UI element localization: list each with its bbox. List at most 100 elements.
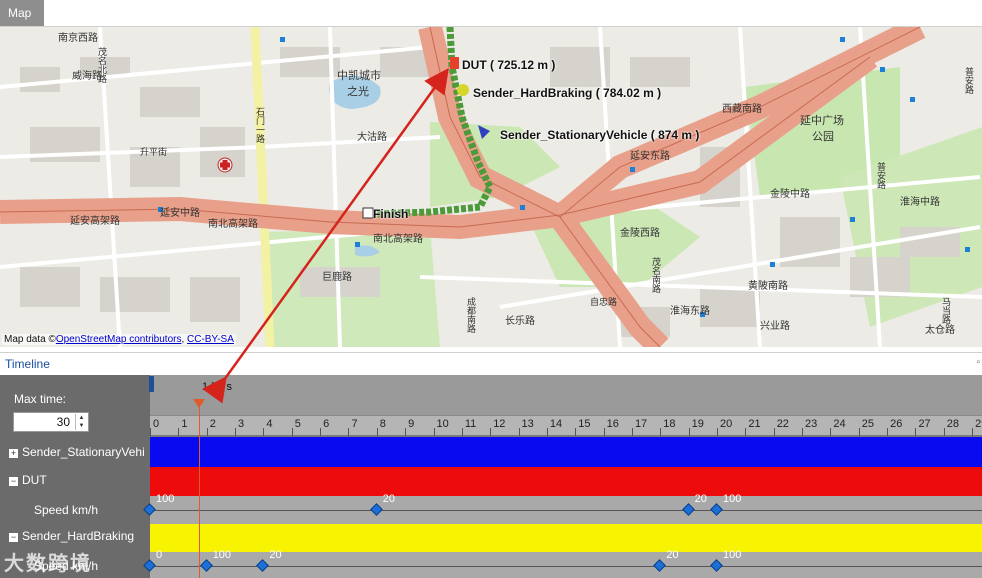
timeline-panel: Max time: 30 ▲ ▼ 1.74 s 0 1 2 3 4 5 6 7 8 9 10 11 12 1…: [0, 375, 982, 578]
track-label-stationary[interactable]: + Sender_StationaryVehi: [0, 441, 150, 465]
speed-keyframe[interactable]: [710, 503, 723, 516]
ruler-tick-label: 27: [918, 418, 931, 430]
ruler-tick-label: 1: [181, 418, 188, 430]
street-label: 茂名南路: [651, 257, 661, 293]
map-tab-bar: Map: [0, 0, 982, 27]
street-label: 普安路: [964, 67, 974, 94]
ruler-tick-label: 26: [890, 418, 903, 430]
timeline-header: Timeline ▫: [0, 352, 982, 374]
street-label: 普安路: [876, 162, 886, 189]
vehicle-label-dut[interactable]: DUT ( 725.12 m ): [462, 58, 555, 72]
ruler-tick-label: 23: [805, 418, 818, 430]
ruler-tick: [802, 428, 804, 436]
track-bar-stationary[interactable]: [150, 437, 982, 467]
watermark: 大数跨境: [4, 553, 92, 575]
ruler-tick-label: 18: [663, 418, 676, 430]
ruler-tick: [320, 428, 322, 436]
ruler-tick: [235, 428, 237, 436]
street-label: 自忠路: [590, 297, 618, 307]
track-label-hardbraking[interactable]: − Sender_HardBraking: [0, 527, 150, 547]
max-time-value: 30: [56, 415, 70, 429]
speed-keyframe[interactable]: [369, 503, 383, 516]
ruler-tick: [291, 428, 293, 436]
ruler-tick: [830, 428, 832, 436]
ruler-tick-label: 0: [153, 418, 160, 430]
ruler-tick-label: 28: [946, 418, 960, 430]
ruler-tick: [348, 428, 350, 436]
track-name: Sender_StationaryVehi: [22, 445, 145, 459]
park-label: 延中广场: [800, 115, 844, 127]
track-bar-hardbraking[interactable]: [150, 524, 982, 552]
keyframe-value-label: 20: [382, 493, 396, 505]
expand-icon[interactable]: +: [9, 449, 18, 458]
street-label: 淮海中路: [900, 197, 940, 208]
vehicle-label-stationary[interactable]: Sender_StationaryVehicle ( 874 m ): [500, 128, 699, 142]
speed-keyframe[interactable]: [653, 559, 667, 572]
speed-keyframe[interactable]: [681, 503, 695, 516]
keyframe-value-label: 100: [723, 493, 742, 505]
street-label: 巨鹿路: [322, 272, 352, 283]
panel-pin-icon[interactable]: ▫: [976, 357, 980, 368]
speed-keyframe[interactable]: [199, 559, 213, 572]
speed-track-dut[interactable]: 100 20 20 100: [143, 493, 982, 524]
street-label: 茂名北路: [97, 47, 107, 83]
ruler-tick: [660, 428, 662, 436]
speed-keyframe[interactable]: [256, 559, 270, 572]
speed-track-hardbraking[interactable]: 0 100 20 20 100: [143, 549, 982, 578]
collapse-icon[interactable]: −: [9, 477, 18, 486]
track-label-dut-speed: Speed km/h: [34, 503, 99, 517]
ruler-tick: [972, 428, 974, 436]
vehicle-label-hardbraking[interactable]: Sender_HardBraking ( 784.02 m ): [473, 86, 661, 100]
tab-map[interactable]: Map: [0, 0, 44, 26]
ruler-tick: [178, 428, 180, 436]
keyframe-value-label: 20: [269, 549, 282, 561]
street-label: 南北高架路: [373, 234, 423, 245]
ruler-tick: [745, 428, 747, 436]
street-label: 延安高架路: [70, 216, 120, 227]
ruler-tick: [546, 428, 548, 436]
ruler-tick-label: 14: [549, 418, 563, 430]
collapse-icon[interactable]: −: [9, 533, 18, 542]
attribution-text: Map data ©: [4, 334, 56, 345]
max-time-spinner[interactable]: ▲ ▼: [75, 414, 87, 430]
track-label-dut[interactable]: − DUT: [0, 469, 150, 493]
ruler-tick-label: 9: [408, 418, 415, 430]
speed-keyframe[interactable]: [710, 559, 723, 572]
ruler-tick: [773, 428, 775, 436]
track-bar-dut[interactable]: [150, 467, 982, 496]
park-label: 公园: [812, 131, 834, 143]
ruler-tick: [717, 428, 718, 436]
street-label: 长乐路: [505, 316, 535, 327]
finish-label[interactable]: Finish: [373, 207, 408, 221]
ruler-tick: [206, 428, 208, 436]
ruler-tick: [433, 428, 435, 436]
timeline-start-handle[interactable]: [149, 376, 154, 392]
ruler-tick: [915, 428, 917, 436]
timeline-scrub-area[interactable]: 1.74 s: [150, 375, 982, 415]
ruler-tick-label: 24: [833, 418, 846, 430]
street-label: 马当路: [941, 297, 951, 324]
time-ruler[interactable]: 0 1 2 3 4 5 6 7 8 9 10 11 12 13 14 15 16 17 18 19 20 21 22 23 24…: [150, 415, 982, 436]
speed-curve: [150, 566, 982, 567]
track-name: DUT: [22, 473, 47, 487]
street-label: 南京西路: [58, 33, 98, 44]
ruler-tick-label: 5: [294, 418, 301, 430]
keyframe-value-label: 100: [156, 493, 175, 505]
ruler-tick: [150, 428, 151, 436]
street-label: 成都南路: [466, 297, 476, 333]
max-time-input[interactable]: 30 ▲ ▼: [13, 412, 89, 432]
ruler-tick-label: 17: [634, 418, 648, 430]
map-view[interactable]: 南京西路 威海路 石门一路 中凯城市 之光 大沽路 延安中路 延安高架路 南北高…: [0, 27, 982, 347]
ruler-tick-label: 25: [861, 418, 874, 430]
license-link[interactable]: CC-BY-SA: [187, 334, 234, 345]
street-label: 大沽路: [357, 132, 387, 143]
ruler-tick-label: 21: [748, 418, 761, 430]
street-label: 西藏南路: [722, 104, 762, 115]
osm-link[interactable]: OpenStreetMap contributors: [56, 334, 182, 345]
ruler-tick-label: 10: [436, 418, 449, 430]
street-label: 淮海东路: [670, 306, 710, 317]
ruler-tick: [490, 428, 492, 436]
ruler-tick-label: 22: [776, 418, 789, 430]
street-label: 延安东路: [630, 151, 670, 162]
street-label: 延安中路: [160, 208, 200, 219]
